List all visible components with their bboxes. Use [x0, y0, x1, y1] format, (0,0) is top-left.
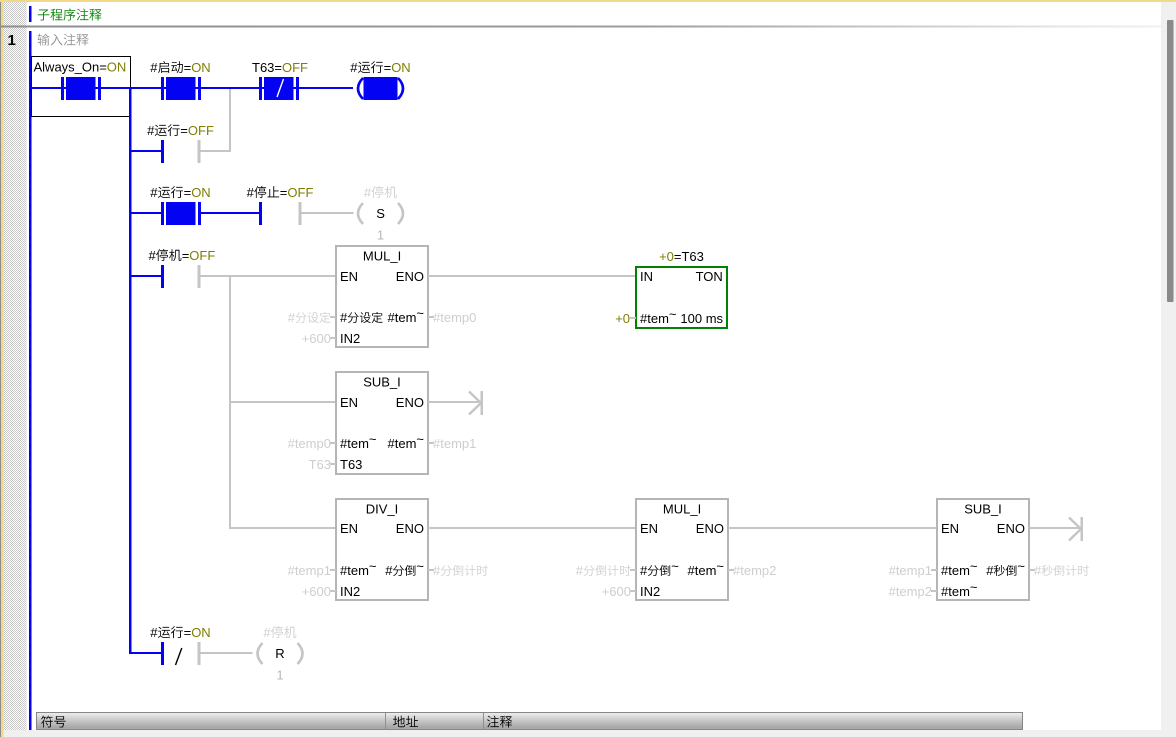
svg-text:~: ~: [369, 432, 377, 447]
svg-text:#: #: [288, 310, 296, 325]
svg-text:#tem: #tem: [340, 563, 369, 578]
svg-text:SUB_I: SUB_I: [964, 502, 1002, 517]
svg-text:1: 1: [377, 228, 384, 243]
svg-text:#tem: #tem: [941, 563, 970, 578]
svg-text:OFF: OFF: [188, 123, 214, 138]
svg-text:MUL_I: MUL_I: [663, 502, 701, 517]
svg-text:1: 1: [276, 668, 283, 683]
svg-text:~: ~: [671, 559, 679, 574]
svg-text:OFF: OFF: [189, 248, 215, 263]
svg-text:#: #: [150, 60, 158, 75]
svg-text:#: #: [340, 310, 348, 325]
svg-text:R: R: [275, 646, 284, 661]
svg-text:ENO: ENO: [396, 395, 424, 410]
svg-text:MUL_I: MUL_I: [363, 249, 401, 264]
svg-text:TON: TON: [696, 269, 723, 284]
svg-text:IN: IN: [640, 269, 653, 284]
svg-text:~: ~: [970, 580, 978, 595]
svg-text:S: S: [376, 206, 385, 221]
svg-text:ENO: ENO: [396, 269, 424, 284]
svg-text:#: #: [149, 248, 157, 263]
svg-text:ON: ON: [191, 625, 211, 640]
svg-text:ON: ON: [391, 60, 411, 75]
svg-text:=: =: [184, 185, 192, 200]
svg-text:#: #: [576, 563, 584, 578]
svg-text:~: ~: [716, 559, 724, 574]
svg-text:+0: +0: [659, 249, 674, 264]
svg-text:#temp0: #temp0: [433, 310, 476, 325]
svg-text:SUB_I: SUB_I: [363, 375, 401, 390]
svg-text:OFF: OFF: [287, 185, 313, 200]
svg-text:#: #: [640, 563, 648, 578]
svg-text:#: #: [364, 185, 372, 200]
svg-text:#: #: [433, 563, 441, 578]
svg-text:#: #: [147, 123, 155, 138]
svg-text:~: ~: [416, 559, 424, 574]
svg-text:Always_On=: Always_On=: [34, 60, 107, 75]
svg-text:EN: EN: [340, 269, 358, 284]
svg-text:OFF: OFF: [282, 60, 308, 75]
svg-text:T63=: T63=: [252, 60, 282, 75]
svg-text:+600: +600: [302, 584, 331, 599]
svg-text:~: ~: [416, 432, 424, 447]
svg-text:=: =: [182, 248, 190, 263]
svg-text:+600: +600: [302, 331, 331, 346]
svg-text:#tem: #tem: [640, 311, 669, 326]
svg-text:~: ~: [1017, 559, 1025, 574]
svg-text:EN: EN: [340, 395, 358, 410]
svg-text:ON: ON: [107, 60, 127, 75]
svg-text:ENO: ENO: [997, 521, 1025, 536]
svg-text:=: =: [184, 625, 192, 640]
svg-text:IN2: IN2: [340, 584, 360, 599]
svg-text:EN: EN: [340, 521, 358, 536]
svg-text:#tem: #tem: [340, 436, 369, 451]
svg-text:~: ~: [369, 559, 377, 574]
svg-text:=: =: [280, 185, 288, 200]
svg-text:#temp1: #temp1: [889, 563, 932, 578]
svg-text:ON: ON: [191, 185, 211, 200]
svg-text:#tem: #tem: [688, 563, 717, 578]
svg-text:#: #: [247, 185, 255, 200]
svg-text:DIV_I: DIV_I: [366, 502, 399, 517]
svg-text:=: =: [384, 60, 392, 75]
svg-text:~: ~: [970, 559, 978, 574]
svg-text:#: #: [263, 625, 271, 640]
svg-text:#temp1: #temp1: [433, 436, 476, 451]
svg-text:#tem: #tem: [388, 310, 417, 325]
svg-text:~: ~: [669, 307, 677, 322]
svg-text:#: #: [385, 563, 393, 578]
svg-text:100 ms: 100 ms: [680, 311, 723, 326]
svg-text:#temp2: #temp2: [889, 584, 932, 599]
svg-text:EN: EN: [640, 521, 658, 536]
svg-text:=: =: [180, 123, 188, 138]
svg-text:ON: ON: [191, 60, 211, 75]
svg-text:T63: T63: [309, 457, 331, 472]
svg-text:#tem: #tem: [388, 436, 417, 451]
svg-text:EN: EN: [941, 521, 959, 536]
svg-text:#temp2: #temp2: [733, 563, 776, 578]
svg-text:#temp0: #temp0: [288, 436, 331, 451]
svg-text:=: =: [184, 60, 192, 75]
svg-text:#: #: [350, 60, 358, 75]
svg-text:+600: +600: [602, 584, 631, 599]
svg-text:1: 1: [8, 32, 16, 49]
svg-text:#tem: #tem: [941, 584, 970, 599]
svg-text:#temp1: #temp1: [288, 563, 331, 578]
svg-text:ENO: ENO: [696, 521, 724, 536]
svg-text:+0: +0: [615, 311, 630, 326]
svg-text:#: #: [986, 563, 994, 578]
svg-text:=T63: =T63: [674, 249, 704, 264]
svg-text:IN2: IN2: [340, 331, 360, 346]
svg-text:ENO: ENO: [396, 521, 424, 536]
svg-text:#: #: [150, 185, 158, 200]
svg-text:IN2: IN2: [640, 584, 660, 599]
svg-text:#: #: [150, 625, 158, 640]
svg-text:T63: T63: [340, 457, 362, 472]
svg-text:~: ~: [416, 306, 424, 321]
svg-text:#: #: [1034, 563, 1042, 578]
